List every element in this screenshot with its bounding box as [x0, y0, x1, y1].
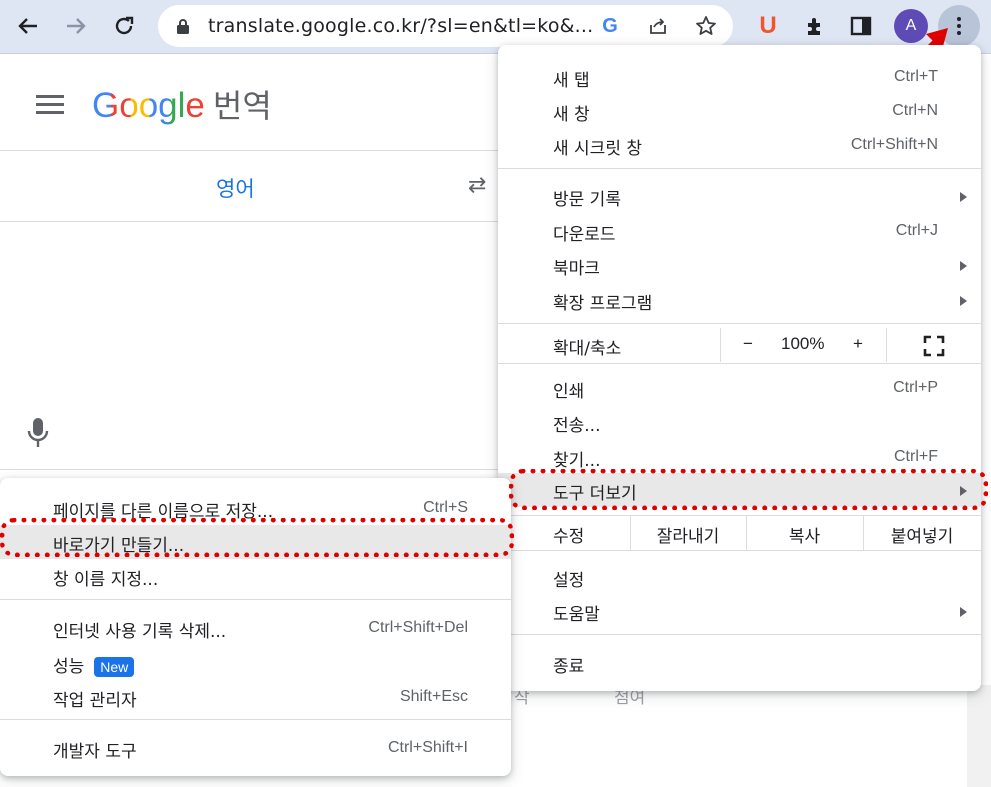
back-arrow-icon	[18, 18, 37, 34]
cut-button[interactable]: 잘라내기	[630, 522, 746, 547]
divider	[0, 221, 498, 222]
menu-separator	[498, 363, 981, 364]
reload-icon	[115, 16, 134, 35]
microphone-icon[interactable]	[26, 417, 50, 449]
zoom-level: 100%	[781, 334, 825, 353]
menu-item-help[interactable]: 도움말	[498, 594, 981, 628]
share-icon[interactable]	[642, 10, 674, 42]
menu-item-new-tab[interactable]: 새 탭 Ctrl+T	[498, 60, 981, 94]
url-text[interactable]: translate.google.co.kr/?sl=en&tl=ko&...	[208, 15, 593, 37]
reload-button[interactable]	[106, 8, 142, 44]
menu-item-print[interactable]: 인쇄 Ctrl+P	[498, 371, 981, 405]
google-translate-page-icon[interactable]: G	[594, 10, 626, 42]
submenu-arrow-icon	[960, 607, 967, 617]
chrome-main-menu: 새 탭 Ctrl+T 새 창 Ctrl+N 새 시크릿 창 Ctrl+Shift…	[498, 45, 981, 691]
menu-item-performance[interactable]: 성능 New	[0, 646, 511, 680]
menu-item-downloads[interactable]: 다운로드 Ctrl+J	[498, 214, 981, 248]
menu-item-exit[interactable]: 종료	[498, 646, 981, 680]
zoom-in-button[interactable]: +	[853, 334, 863, 354]
highlight-more-tools-annotation	[509, 469, 988, 510]
paste-button[interactable]: 붙여넣기	[863, 522, 981, 547]
menu-separator	[0, 599, 511, 600]
dot-icon	[957, 17, 961, 21]
menu-item-incognito[interactable]: 새 시크릿 창 Ctrl+Shift+N	[498, 128, 981, 162]
highlight-create-shortcut-annotation	[0, 518, 514, 557]
address-bar[interactable]: translate.google.co.kr/?sl=en&tl=ko&... …	[158, 5, 733, 47]
zoom-out-button[interactable]: −	[743, 334, 753, 354]
copy-button[interactable]: 복사	[746, 522, 863, 547]
menu-item-clear-browsing-data[interactable]: 인터넷 사용 기록 삭제... Ctrl+Shift+Del	[0, 611, 511, 645]
menu-item-settings[interactable]: 설정	[498, 560, 981, 594]
hamburger-menu-icon[interactable]	[36, 95, 64, 119]
menu-separator	[498, 323, 981, 324]
google-translate-logo[interactable]: Google 번역	[92, 81, 272, 127]
source-language-tab[interactable]: 영어	[216, 173, 255, 203]
menu-item-new-window[interactable]: 새 창 Ctrl+N	[498, 94, 981, 128]
menu-edit-row: 수정 잘라내기 복사 붙여넣기	[498, 516, 981, 550]
extensions-puzzle-icon[interactable]	[797, 8, 833, 44]
extension-u-icon[interactable]: U	[750, 8, 786, 44]
forward-arrow-icon	[67, 18, 86, 34]
menu-separator	[498, 634, 981, 635]
side-panel-icon[interactable]	[843, 8, 879, 44]
menu-separator	[498, 168, 981, 169]
google-wordmark: Google	[92, 86, 205, 125]
menu-separator	[0, 719, 511, 720]
swap-languages-icon[interactable]: ⇄	[468, 173, 486, 198]
menu-item-extensions[interactable]: 확장 프로그램	[498, 283, 981, 317]
submenu-arrow-icon	[960, 296, 967, 306]
lock-icon	[177, 19, 189, 34]
submenu-arrow-icon	[960, 261, 967, 271]
bookmark-star-icon[interactable]	[690, 10, 722, 42]
menu-zoom-row: 확대/축소 − 100% +	[498, 328, 981, 362]
fullscreen-icon[interactable]	[923, 335, 945, 357]
divider	[0, 150, 498, 151]
forward-button[interactable]	[58, 8, 94, 44]
scrollbar-track[interactable]	[967, 685, 991, 787]
menu-item-developer-tools[interactable]: 개발자 도구 Ctrl+Shift+I	[0, 731, 511, 765]
submenu-arrow-icon	[960, 192, 967, 202]
menu-item-name-window[interactable]: 창 이름 지정...	[0, 559, 511, 593]
back-button[interactable]	[10, 8, 46, 44]
menu-item-bookmarks[interactable]: 북마크	[498, 248, 981, 282]
menu-item-task-manager[interactable]: 작업 관리자 Shift+Esc	[0, 680, 511, 714]
product-title: 번역	[212, 88, 272, 124]
new-badge: New	[94, 657, 135, 677]
divider	[0, 469, 498, 470]
menu-separator	[498, 550, 981, 551]
menu-item-history[interactable]: 방문 기록	[498, 179, 981, 213]
menu-item-cast[interactable]: 전송...	[498, 405, 981, 439]
